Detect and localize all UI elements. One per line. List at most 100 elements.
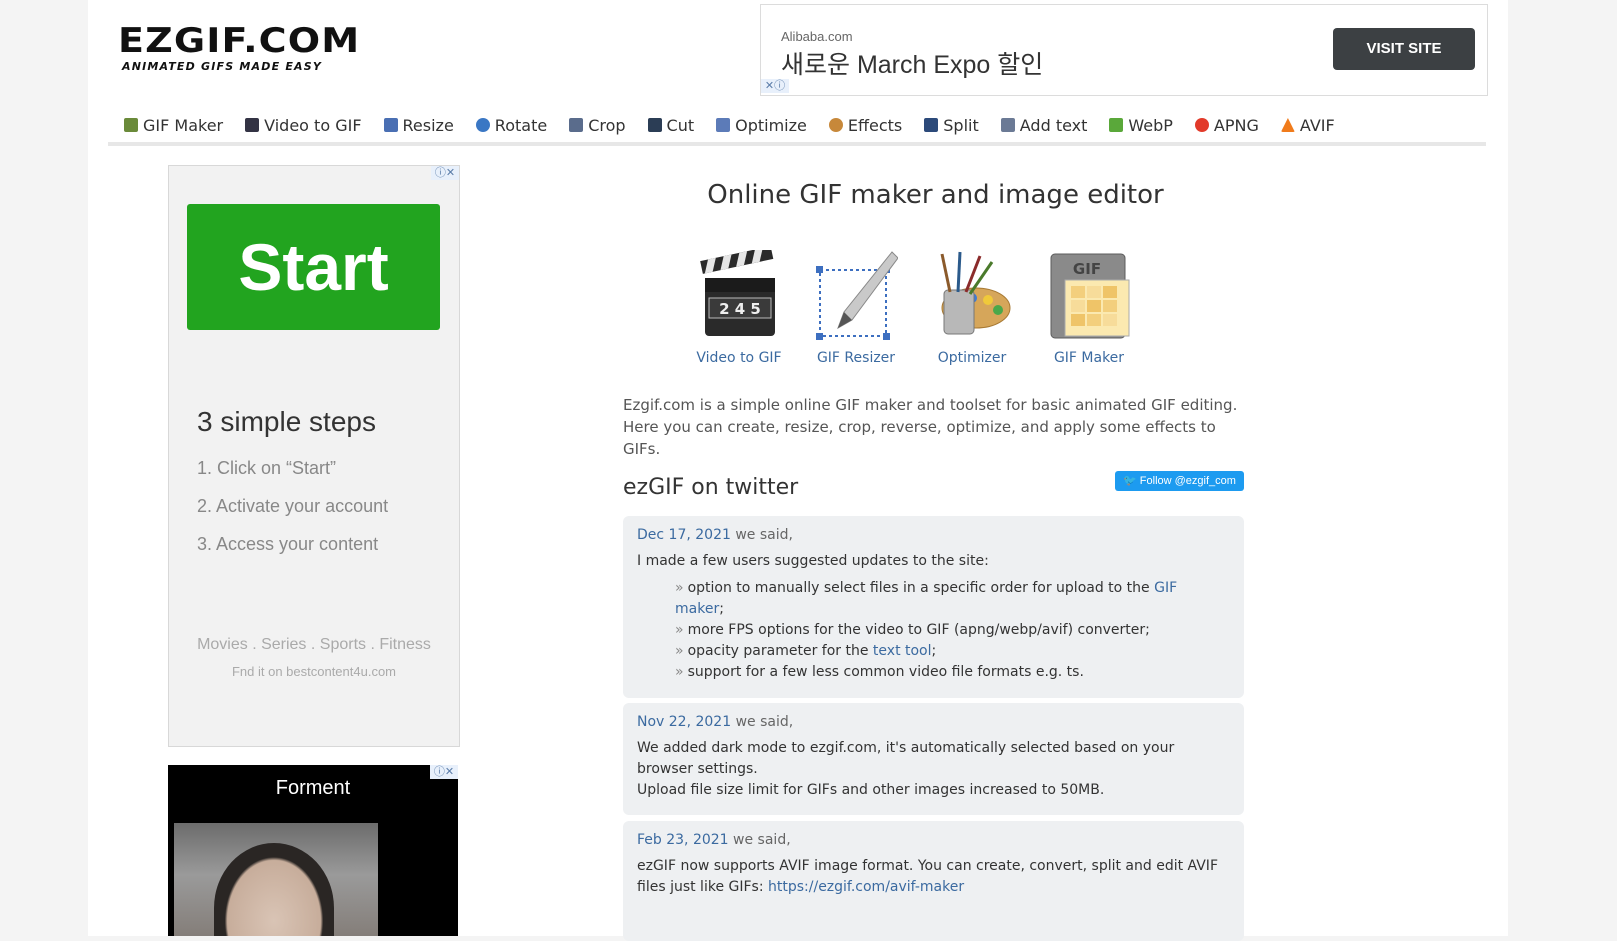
nav-rotate[interactable]: Rotate xyxy=(475,115,548,135)
text-tool-link[interactable]: text tool xyxy=(873,643,932,659)
tweet-text: I made a few users suggested updates to … xyxy=(637,553,989,569)
twitter-section-title: ezGIF on twitter xyxy=(623,475,799,500)
page: EZGIF.COM ANIMATED GIFS MADE EASY Alibab… xyxy=(88,0,1508,941)
tool-navigation: GIF Maker Video to GIF Resize Rotate Cro… xyxy=(124,112,1357,138)
twitter-follow-button[interactable]: 🐦 Follow @ezgif_com xyxy=(1115,471,1244,491)
nav-label: GIF Maker xyxy=(143,115,224,135)
top-banner-ad[interactable]: Alibaba.com 새로운 March Expo 할인 VISIT SITE… xyxy=(760,4,1488,96)
tool-gif-maker[interactable]: GIF GIF Maker xyxy=(1031,250,1147,366)
add-text-icon xyxy=(1000,118,1015,132)
paint-palette-icon xyxy=(930,250,1014,342)
nav-crop[interactable]: Crop xyxy=(569,116,626,135)
bullet: » xyxy=(675,664,684,680)
tool-optimizer[interactable]: Optimizer xyxy=(914,250,1030,366)
nav-video-to-gif[interactable]: Video to GIF xyxy=(245,115,362,135)
nav-effects[interactable]: Effects xyxy=(828,115,903,135)
apng-icon xyxy=(1194,118,1209,132)
page-title: Online GIF maker and image editor xyxy=(707,180,1164,210)
tweet-text: ezGIF now supports AVIF image format. Yo… xyxy=(637,856,1230,898)
logo-tagline: ANIMATED GIFS MADE EASY xyxy=(122,60,323,73)
ad-footer-text: Fnd it on bestcontent4u.com xyxy=(231,664,397,679)
clapperboard-icon: 2 4 5 xyxy=(697,246,781,342)
intro-line: Ezgif.com is a simple online GIF maker a… xyxy=(623,396,1238,414)
tweet-date[interactable]: Nov 22, 2021 xyxy=(637,714,731,730)
tweet-list: » option to manually select files in a sp… xyxy=(637,578,1230,683)
tool-gif-resizer[interactable]: GIF Resizer xyxy=(798,250,914,366)
intro-line: Here you can create, resize, crop, rever… xyxy=(623,418,1216,458)
nav-label: Cut xyxy=(666,115,695,135)
sidebar-ad-forment[interactable]: ⓘ✕ Forment xyxy=(168,765,458,936)
twitter-bird-icon: 🐦 xyxy=(1123,475,1140,487)
nav-gif-maker[interactable]: GIF Maker xyxy=(124,116,223,135)
ad-choices-icon[interactable]: ✕ⓘ xyxy=(761,79,789,93)
nav-label: Add text xyxy=(1019,115,1088,135)
nav-optimize[interactable]: Optimize xyxy=(716,116,807,135)
bullet: » xyxy=(675,580,684,596)
nav-resize[interactable]: Resize xyxy=(383,115,454,135)
tool-label: GIF Resizer xyxy=(816,350,896,366)
nav-split[interactable]: Split xyxy=(924,115,979,135)
site-logo[interactable]: EZGIF.COM ANIMATED GIFS MADE EASY xyxy=(118,24,359,73)
gif-badge: GIF xyxy=(1073,260,1101,278)
ad-photo xyxy=(174,823,378,936)
nav-webp[interactable]: WebP xyxy=(1109,116,1173,135)
tool-label: GIF Maker xyxy=(1053,350,1125,366)
ad-choices-icon[interactable]: ⓘ✕ xyxy=(431,166,459,180)
nav-label: Resize xyxy=(402,115,454,135)
nav-label: Split xyxy=(943,115,979,135)
tweet-header: Dec 17, 2021 we said, xyxy=(637,525,1230,546)
gif-maker-icon xyxy=(124,118,138,132)
avif-icon xyxy=(1280,118,1295,132)
ad-source: Alibaba.com xyxy=(781,29,853,44)
ad-title: 새로운 March Expo 할인 xyxy=(781,51,1044,79)
tool-video-to-gif[interactable]: 2 4 5 Video to GIF xyxy=(681,246,797,366)
item-text: ; xyxy=(931,643,937,659)
cut-icon xyxy=(647,118,662,132)
item-text: ; xyxy=(719,601,724,617)
tweet-date[interactable]: Dec 17, 2021 xyxy=(637,527,731,543)
ad-categories: Movies . Series . Sports . Fitness xyxy=(197,636,431,653)
tweet-post: Nov 22, 2021 we said, We added dark mode… xyxy=(623,703,1244,815)
nav-label: Video to GIF xyxy=(264,115,362,135)
ad-photo-face xyxy=(214,843,334,936)
tweet-post: Dec 17, 2021 we said, I made a few users… xyxy=(623,516,1244,698)
nav-avif[interactable]: AVIF xyxy=(1280,115,1335,135)
sidebar-ad-start[interactable]: ⓘ✕ Start 3 simple steps 1. Click on “Sta… xyxy=(168,165,460,747)
crop-icon xyxy=(569,118,584,132)
follow-label: Follow @ezgif_com xyxy=(1139,475,1236,487)
nav-divider xyxy=(108,142,1486,146)
tweet-said: we said, xyxy=(735,527,793,543)
list-item: » option to manually select files in a sp… xyxy=(675,578,1230,620)
nav-apng[interactable]: APNG xyxy=(1194,116,1259,135)
avif-maker-link[interactable]: https://ezgif.com/avif-maker xyxy=(768,879,964,895)
nav-label: Optimize xyxy=(735,115,807,135)
tool-label: Video to GIF xyxy=(696,350,782,366)
optimize-icon xyxy=(716,118,731,132)
tweet-post: Feb 23, 2021 we said, ezGIF now supports… xyxy=(623,821,1244,941)
visit-site-button[interactable]: VISIT SITE xyxy=(1333,28,1475,70)
tweet-said: we said, xyxy=(733,832,791,848)
nav-label: Effects xyxy=(847,115,903,135)
gif-file-icon: GIF xyxy=(1047,250,1131,342)
ad-start-button[interactable]: Start xyxy=(187,204,440,330)
item-text: support for a few less common video file… xyxy=(687,664,1084,680)
film-icon xyxy=(245,118,260,132)
effects-icon xyxy=(828,118,843,132)
tweet-said: we said, xyxy=(735,714,794,730)
nav-label: AVIF xyxy=(1299,115,1335,135)
vertical-scrollbar[interactable] xyxy=(1601,0,1617,936)
ad-brand: Forment xyxy=(275,777,351,799)
split-icon xyxy=(924,118,939,132)
webp-icon xyxy=(1109,118,1124,132)
tweet-date[interactable]: Feb 23, 2021 xyxy=(637,832,729,848)
rotate-icon xyxy=(475,118,490,132)
list-item: » opacity parameter for the text tool; xyxy=(675,641,1230,662)
tweet-header: Feb 23, 2021 we said, xyxy=(637,830,1230,851)
nav-label: Rotate xyxy=(494,115,548,135)
item-text: opacity parameter for the xyxy=(687,643,873,659)
logo-wordmark: EZGIF.COM xyxy=(118,21,361,61)
tweet-text: We added dark mode to ezgif.com, it's au… xyxy=(637,740,1175,777)
nav-add-text[interactable]: Add text xyxy=(1000,115,1088,135)
nav-cut[interactable]: Cut xyxy=(647,115,695,135)
list-item: » support for a few less common video fil… xyxy=(675,662,1230,683)
